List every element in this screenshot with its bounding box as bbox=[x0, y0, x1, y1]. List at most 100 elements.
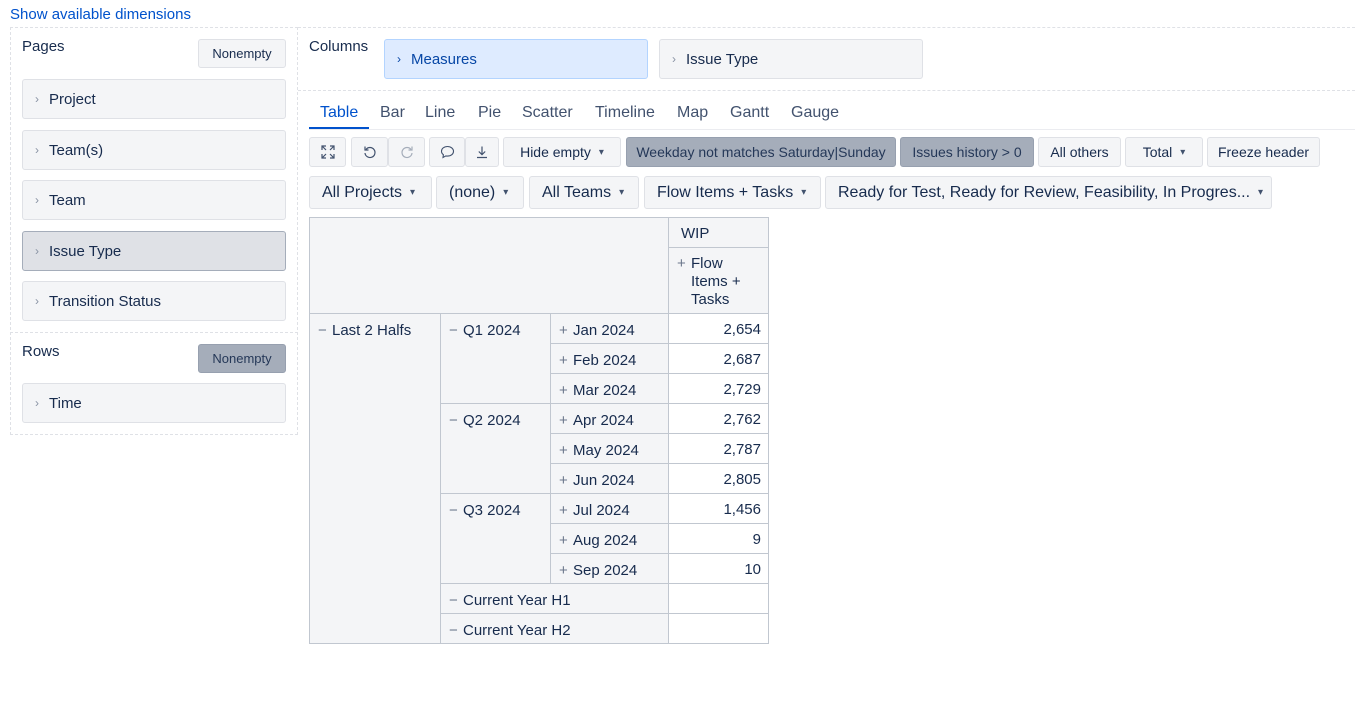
expand-plus-icon[interactable]: + bbox=[559, 502, 573, 519]
tabs-divider bbox=[309, 129, 1355, 130]
pages-item-project[interactable]: › Project bbox=[22, 79, 286, 119]
columns-item-measures[interactable]: › Measures bbox=[384, 39, 648, 79]
table-value-cell[interactable]: 2,762 bbox=[669, 404, 769, 434]
chevron-down-icon: ▾ bbox=[619, 187, 625, 198]
redo-button[interactable] bbox=[388, 137, 425, 167]
filter-none-dropdown[interactable]: (none) ▾ bbox=[436, 176, 524, 209]
chevron-right-icon: › bbox=[35, 193, 39, 207]
pages-item-team[interactable]: › Team bbox=[22, 180, 286, 220]
expand-plus-icon[interactable]: + bbox=[559, 322, 573, 339]
table-corner-cell bbox=[310, 218, 669, 314]
expand-plus-icon[interactable]: + bbox=[559, 412, 573, 429]
chevron-right-icon: › bbox=[35, 244, 39, 258]
row-header-month[interactable]: + May 2024 bbox=[551, 434, 669, 464]
table-value-cell[interactable]: 10 bbox=[669, 554, 769, 584]
row-header-quarter[interactable]: − Q3 2024 bbox=[441, 494, 551, 584]
table-value-cell[interactable] bbox=[669, 614, 769, 644]
columns-title: Columns bbox=[309, 38, 369, 55]
expand-plus-icon[interactable]: + bbox=[559, 382, 573, 399]
freeze-header-button[interactable]: Freeze header bbox=[1207, 137, 1320, 167]
filter-projects-dropdown[interactable]: All Projects ▾ bbox=[309, 176, 432, 209]
redo-icon bbox=[400, 146, 413, 159]
filter-status-dropdown[interactable]: Ready for Test, Ready for Review, Feasib… bbox=[825, 176, 1272, 209]
row-header-quarter[interactable]: − Q1 2024 bbox=[441, 314, 551, 404]
pages-title: Pages bbox=[22, 38, 65, 55]
table-value-cell[interactable]: 1,456 bbox=[669, 494, 769, 524]
tab-scatter[interactable]: Scatter bbox=[522, 104, 573, 122]
tab-bar[interactable]: Bar bbox=[380, 104, 405, 122]
show-available-dimensions-link[interactable]: Show available dimensions bbox=[10, 6, 191, 23]
tab-gantt[interactable]: Gantt bbox=[730, 104, 769, 122]
row-header-half[interactable]: − Current Year H2 bbox=[441, 614, 669, 644]
pages-item-teams[interactable]: › Team(s) bbox=[22, 130, 286, 170]
table-value-cell[interactable]: 2,654 bbox=[669, 314, 769, 344]
issue-type-header[interactable]: + Flow Items + Tasks bbox=[669, 248, 769, 314]
chevron-down-icon: ▾ bbox=[598, 146, 604, 158]
undo-button[interactable] bbox=[351, 137, 388, 167]
export-button[interactable] bbox=[465, 137, 499, 167]
table-value-cell[interactable]: 2,687 bbox=[669, 344, 769, 374]
rows-title: Rows bbox=[22, 343, 60, 360]
table-value-cell[interactable]: 2,729 bbox=[669, 374, 769, 404]
collapse-minus-icon[interactable]: − bbox=[318, 322, 332, 339]
tab-line[interactable]: Line bbox=[425, 104, 455, 122]
top-divider bbox=[298, 27, 1355, 28]
collapse-minus-icon[interactable]: − bbox=[449, 322, 463, 339]
collapse-minus-icon[interactable]: − bbox=[449, 502, 463, 519]
row-header-month[interactable]: + Aug 2024 bbox=[551, 524, 669, 554]
table-value-cell[interactable]: 9 bbox=[669, 524, 769, 554]
tab-timeline[interactable]: Timeline bbox=[595, 104, 655, 122]
tab-gauge[interactable]: Gauge bbox=[791, 104, 839, 122]
expand-plus-icon[interactable]: + bbox=[559, 472, 573, 489]
pivot-table: WIP + Flow Items + Tasks − Last 2 Halfs −… bbox=[309, 217, 769, 644]
expand-plus-icon[interactable]: + bbox=[677, 255, 691, 313]
expand-plus-icon[interactable]: + bbox=[559, 352, 573, 369]
chevron-down-icon: ▾ bbox=[503, 187, 509, 198]
row-header-last-2-halfs[interactable]: − Last 2 Halfs bbox=[310, 314, 441, 644]
row-header-month[interactable]: + Apr 2024 bbox=[551, 404, 669, 434]
chevron-down-icon: ▾ bbox=[801, 187, 807, 198]
comment-icon bbox=[440, 145, 454, 159]
row-header-month[interactable]: + Jan 2024 bbox=[551, 314, 669, 344]
table-value-cell[interactable] bbox=[669, 584, 769, 614]
chevron-right-icon: › bbox=[35, 396, 39, 410]
tab-map[interactable]: Map bbox=[677, 104, 708, 122]
expand-plus-icon[interactable]: + bbox=[559, 562, 573, 579]
filter-teams-dropdown[interactable]: All Teams ▾ bbox=[529, 176, 639, 209]
pages-item-transition-status[interactable]: › Transition Status bbox=[22, 281, 286, 321]
table-value-cell[interactable]: 2,805 bbox=[669, 464, 769, 494]
row-header-month[interactable]: + Mar 2024 bbox=[551, 374, 669, 404]
row-header-month[interactable]: + Jul 2024 bbox=[551, 494, 669, 524]
tab-table[interactable]: Table bbox=[320, 104, 358, 122]
filter-issue-type-dropdown[interactable]: Flow Items + Tasks ▾ bbox=[644, 176, 821, 209]
row-header-month[interactable]: + Feb 2024 bbox=[551, 344, 669, 374]
collapse-minus-icon[interactable]: − bbox=[449, 622, 463, 639]
chevron-right-icon: › bbox=[35, 294, 39, 308]
chevron-right-icon: › bbox=[672, 52, 676, 66]
chevron-down-icon: ▾ bbox=[1258, 187, 1264, 198]
rows-item-time[interactable]: › Time bbox=[22, 383, 286, 423]
collapse-minus-icon[interactable]: − bbox=[449, 592, 463, 609]
row-header-quarter[interactable]: − Q2 2024 bbox=[441, 404, 551, 494]
fullscreen-button[interactable] bbox=[309, 137, 346, 167]
pages-nonempty-button[interactable]: Nonempty bbox=[198, 39, 286, 68]
all-others-button[interactable]: All others bbox=[1038, 137, 1121, 167]
rows-nonempty-button[interactable]: Nonempty bbox=[198, 344, 286, 373]
total-dropdown[interactable]: Total ▾ bbox=[1125, 137, 1203, 167]
collapse-minus-icon[interactable]: − bbox=[449, 412, 463, 429]
columns-item-issue-type[interactable]: › Issue Type bbox=[659, 39, 923, 79]
row-header-half[interactable]: − Current Year H1 bbox=[441, 584, 669, 614]
row-header-month[interactable]: + Jun 2024 bbox=[551, 464, 669, 494]
tab-pie[interactable]: Pie bbox=[478, 104, 501, 122]
comment-button[interactable] bbox=[429, 137, 465, 167]
measure-header-wip[interactable]: WIP bbox=[669, 218, 769, 248]
columns-divider bbox=[298, 90, 1355, 91]
expand-plus-icon[interactable]: + bbox=[559, 442, 573, 459]
pages-item-issue-type[interactable]: › Issue Type bbox=[22, 231, 286, 271]
hide-empty-dropdown[interactable]: Hide empty ▾ bbox=[503, 137, 621, 167]
expand-plus-icon[interactable]: + bbox=[559, 532, 573, 549]
table-value-cell[interactable]: 2,787 bbox=[669, 434, 769, 464]
row-header-month[interactable]: + Sep 2024 bbox=[551, 554, 669, 584]
issues-history-filter-button[interactable]: Issues history > 0 bbox=[900, 137, 1034, 167]
weekday-filter-button[interactable]: Weekday not matches Saturday|Sunday bbox=[626, 137, 896, 167]
